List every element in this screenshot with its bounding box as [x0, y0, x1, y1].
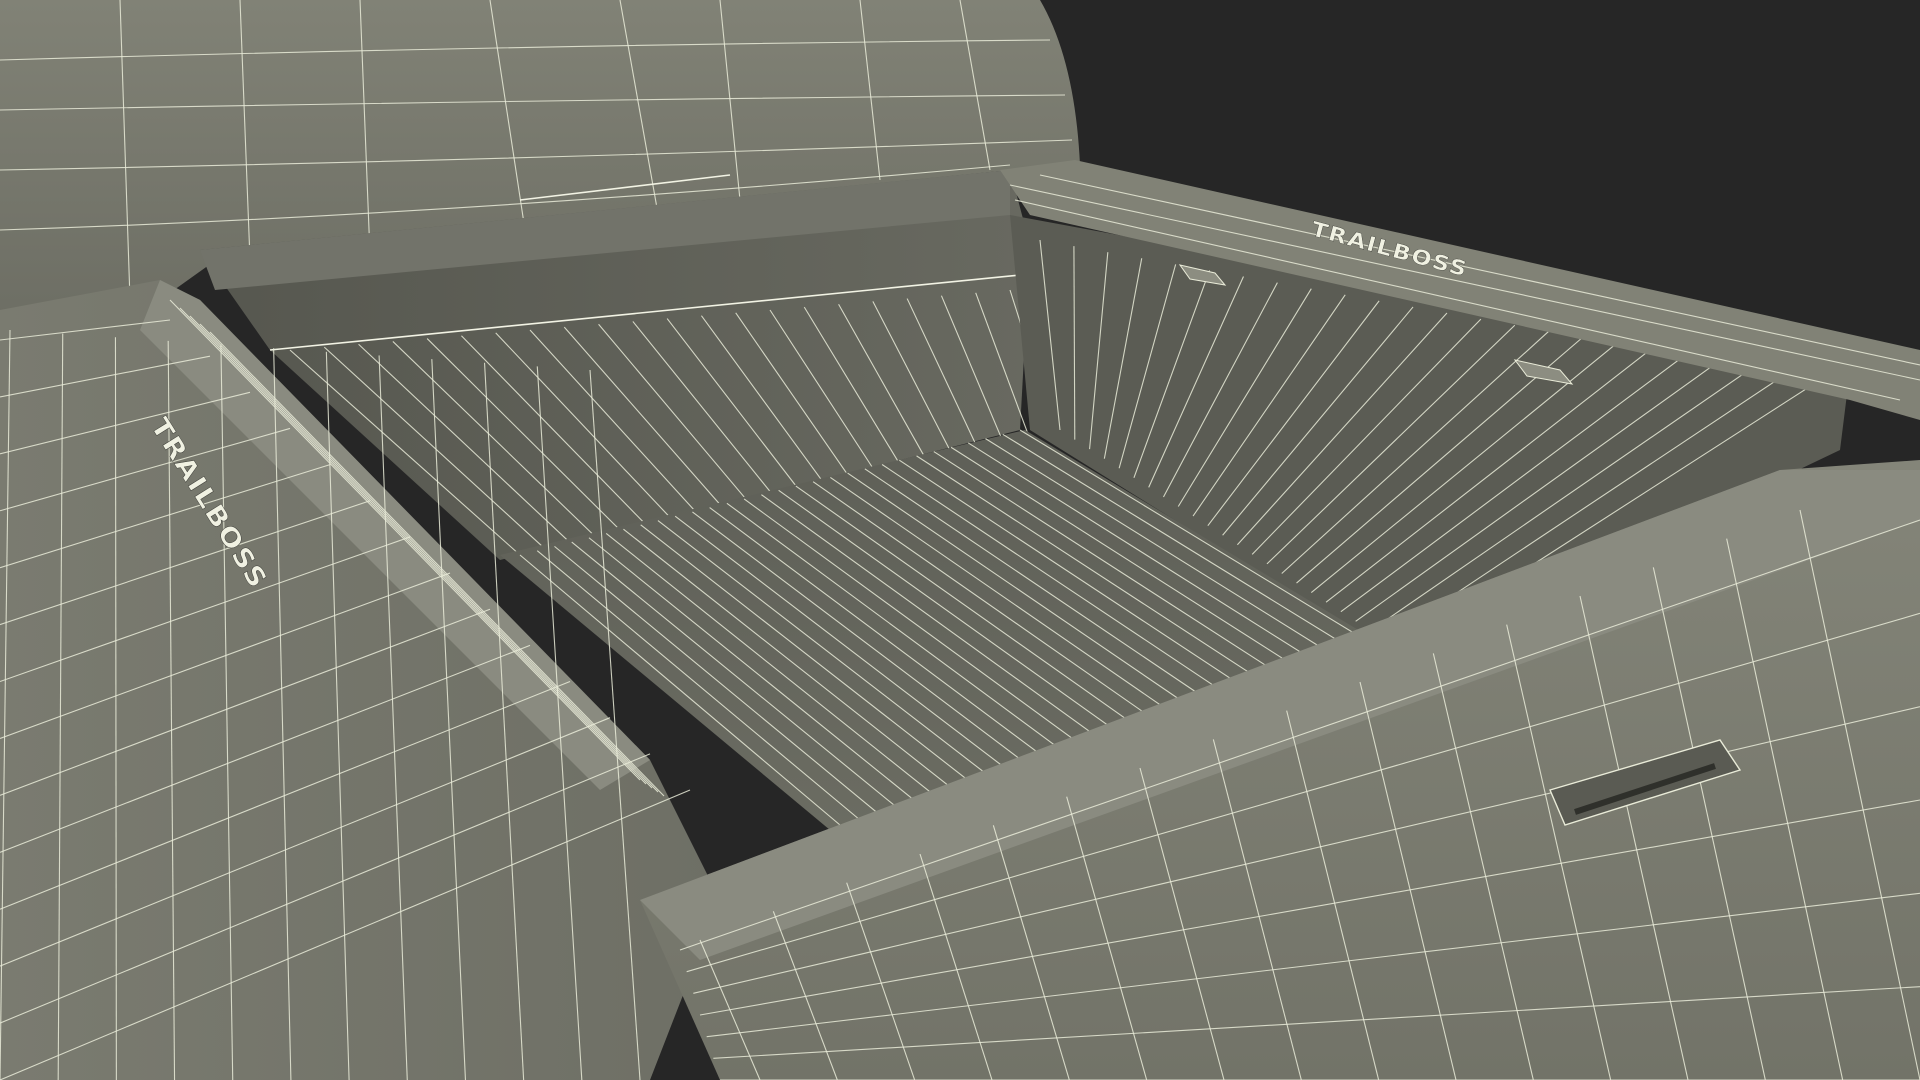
truck-bed-render: TRAILBOSS TRAILBOSS — [0, 0, 1920, 1080]
render-viewport: TRAILBOSS TRAILBOSS — [0, 0, 1920, 1080]
